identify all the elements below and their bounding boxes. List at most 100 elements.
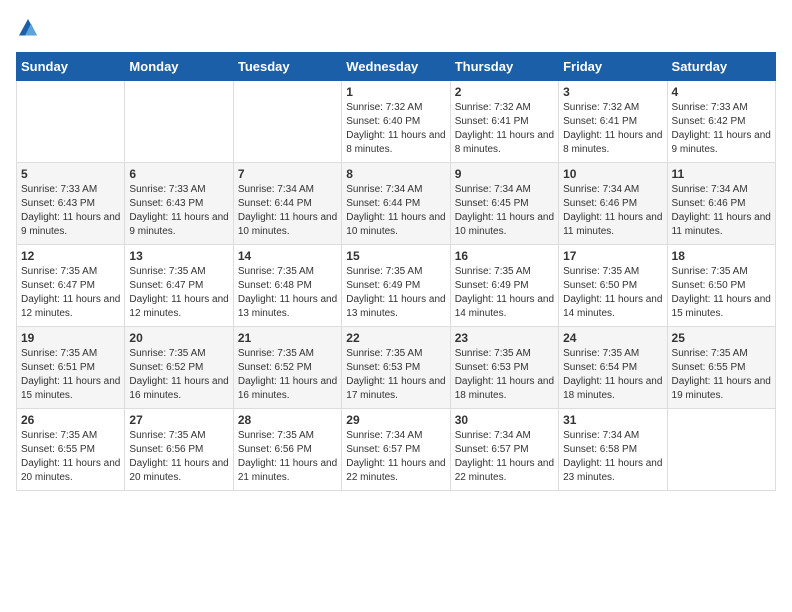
calendar-cell: 31Sunrise: 7:34 AMSunset: 6:58 PMDayligh…	[559, 409, 667, 491]
day-number: 26	[21, 413, 120, 427]
cell-info: Sunrise: 7:35 AMSunset: 6:49 PMDaylight:…	[455, 265, 554, 321]
cell-info: Sunrise: 7:35 AMSunset: 6:50 PMDaylight:…	[672, 265, 771, 321]
week-row-3: 19Sunrise: 7:35 AMSunset: 6:51 PMDayligh…	[17, 327, 776, 409]
calendar-cell	[233, 81, 341, 163]
day-header-friday: Friday	[559, 53, 667, 81]
day-number: 13	[129, 249, 228, 263]
calendar-cell: 14Sunrise: 7:35 AMSunset: 6:48 PMDayligh…	[233, 245, 341, 327]
cell-info: Sunrise: 7:33 AMSunset: 6:42 PMDaylight:…	[672, 101, 771, 157]
day-number: 20	[129, 331, 228, 345]
calendar-cell: 25 Sunrise: 7:35 AMSunset: 6:55 PMDayligh…	[667, 327, 775, 409]
week-row-4: 26 Sunrise: 7:35 AMSunset: 6:55 PMDayligh…	[17, 409, 776, 491]
page-header	[16, 16, 776, 40]
calendar-cell: 19Sunrise: 7:35 AMSunset: 6:51 PMDayligh…	[17, 327, 125, 409]
day-header-thursday: Thursday	[450, 53, 558, 81]
day-number: 4	[672, 85, 771, 99]
day-number: 10	[563, 167, 662, 181]
day-number: 14	[238, 249, 337, 263]
calendar-cell: 10 Sunrise: 7:34 AMSunset: 6:46 PMDayligh…	[559, 163, 667, 245]
day-header-tuesday: Tuesday	[233, 53, 341, 81]
week-row-0: 1 Sunrise: 7:32 AMSunset: 6:40 PMDaylight…	[17, 81, 776, 163]
cell-info: Sunrise: 7:35 AMSunset: 6:55 PMDaylight:…	[672, 347, 771, 403]
calendar-cell: 26 Sunrise: 7:35 AMSunset: 6:55 PMDayligh…	[17, 409, 125, 491]
cell-info: Sunrise: 7:34 AMSunset: 6:58 PMDaylight:…	[563, 429, 662, 485]
cell-info: Sunrise: 7:34 AMSunset: 6:45 PMDaylight:…	[455, 183, 554, 239]
cell-info: Sunrise: 7:35 AMSunset: 6:47 PMDaylight:…	[21, 265, 120, 321]
calendar-cell: 15 Sunrise: 7:35 AMSunset: 6:49 PMDayligh…	[342, 245, 450, 327]
day-number: 16	[455, 249, 554, 263]
calendar-cell: 23 Sunrise: 7:35 AMSunset: 6:53 PMDayligh…	[450, 327, 558, 409]
day-number: 7	[238, 167, 337, 181]
calendar-cell: 29Sunrise: 7:34 AMSunset: 6:57 PMDayligh…	[342, 409, 450, 491]
day-number: 1	[346, 85, 445, 99]
calendar-cell: 16 Sunrise: 7:35 AMSunset: 6:49 PMDayligh…	[450, 245, 558, 327]
calendar-cell: 7 Sunrise: 7:34 AMSunset: 6:44 PMDaylight…	[233, 163, 341, 245]
calendar-cell: 1 Sunrise: 7:32 AMSunset: 6:40 PMDaylight…	[342, 81, 450, 163]
calendar-cell: 27 Sunrise: 7:35 AMSunset: 6:56 PMDayligh…	[125, 409, 233, 491]
calendar-header-row: SundayMondayTuesdayWednesdayThursdayFrid…	[17, 53, 776, 81]
cell-info: Sunrise: 7:34 AMSunset: 6:44 PMDaylight:…	[346, 183, 445, 239]
day-number: 5	[21, 167, 120, 181]
logo-icon	[16, 16, 40, 40]
logo	[16, 16, 44, 40]
day-number: 18	[672, 249, 771, 263]
cell-info: Sunrise: 7:34 AMSunset: 6:46 PMDaylight:…	[672, 183, 771, 239]
day-number: 21	[238, 331, 337, 345]
day-number: 24	[563, 331, 662, 345]
calendar-cell: 13 Sunrise: 7:35 AMSunset: 6:47 PMDayligh…	[125, 245, 233, 327]
cell-info: Sunrise: 7:32 AMSunset: 6:41 PMDaylight:…	[455, 101, 554, 157]
day-header-saturday: Saturday	[667, 53, 775, 81]
day-number: 12	[21, 249, 120, 263]
calendar-table: SundayMondayTuesdayWednesdayThursdayFrid…	[16, 52, 776, 491]
calendar-cell	[125, 81, 233, 163]
calendar-cell: 5 Sunrise: 7:33 AMSunset: 6:43 PMDaylight…	[17, 163, 125, 245]
cell-info: Sunrise: 7:33 AMSunset: 6:43 PMDaylight:…	[129, 183, 228, 239]
cell-info: Sunrise: 7:35 AMSunset: 6:53 PMDaylight:…	[346, 347, 445, 403]
cell-info: Sunrise: 7:34 AMSunset: 6:46 PMDaylight:…	[563, 183, 662, 239]
calendar-cell: 2 Sunrise: 7:32 AMSunset: 6:41 PMDaylight…	[450, 81, 558, 163]
calendar-cell: 3 Sunrise: 7:32 AMSunset: 6:41 PMDaylight…	[559, 81, 667, 163]
calendar-cell: 18 Sunrise: 7:35 AMSunset: 6:50 PMDayligh…	[667, 245, 775, 327]
day-number: 9	[455, 167, 554, 181]
calendar-cell: 28 Sunrise: 7:35 AMSunset: 6:56 PMDayligh…	[233, 409, 341, 491]
day-number: 30	[455, 413, 554, 427]
cell-info: Sunrise: 7:34 AMSunset: 6:57 PMDaylight:…	[346, 429, 445, 485]
cell-info: Sunrise: 7:34 AMSunset: 6:44 PMDaylight:…	[238, 183, 337, 239]
cell-info: Sunrise: 7:35 AMSunset: 6:47 PMDaylight:…	[129, 265, 228, 321]
calendar-cell	[17, 81, 125, 163]
day-number: 28	[238, 413, 337, 427]
calendar-cell: 21 Sunrise: 7:35 AMSunset: 6:52 PMDayligh…	[233, 327, 341, 409]
calendar-cell: 4 Sunrise: 7:33 AMSunset: 6:42 PMDaylight…	[667, 81, 775, 163]
cell-info: Sunrise: 7:35 AMSunset: 6:53 PMDaylight:…	[455, 347, 554, 403]
cell-info: Sunrise: 7:35 AMSunset: 6:49 PMDaylight:…	[346, 265, 445, 321]
day-number: 2	[455, 85, 554, 99]
calendar-cell: 11 Sunrise: 7:34 AMSunset: 6:46 PMDayligh…	[667, 163, 775, 245]
cell-info: Sunrise: 7:35 AMSunset: 6:56 PMDaylight:…	[238, 429, 337, 485]
day-number: 17	[563, 249, 662, 263]
day-number: 23	[455, 331, 554, 345]
cell-info: Sunrise: 7:35 AMSunset: 6:55 PMDaylight:…	[21, 429, 120, 485]
calendar-cell: 30 Sunrise: 7:34 AMSunset: 6:57 PMDayligh…	[450, 409, 558, 491]
cell-info: Sunrise: 7:34 AMSunset: 6:57 PMDaylight:…	[455, 429, 554, 485]
day-header-monday: Monday	[125, 53, 233, 81]
day-number: 15	[346, 249, 445, 263]
cell-info: Sunrise: 7:35 AMSunset: 6:54 PMDaylight:…	[563, 347, 662, 403]
day-number: 6	[129, 167, 228, 181]
day-number: 25	[672, 331, 771, 345]
calendar-cell: 22Sunrise: 7:35 AMSunset: 6:53 PMDayligh…	[342, 327, 450, 409]
calendar-cell	[667, 409, 775, 491]
day-number: 19	[21, 331, 120, 345]
day-number: 11	[672, 167, 771, 181]
cell-info: Sunrise: 7:35 AMSunset: 6:56 PMDaylight:…	[129, 429, 228, 485]
cell-info: Sunrise: 7:32 AMSunset: 6:40 PMDaylight:…	[346, 101, 445, 157]
day-header-sunday: Sunday	[17, 53, 125, 81]
cell-info: Sunrise: 7:35 AMSunset: 6:50 PMDaylight:…	[563, 265, 662, 321]
day-number: 27	[129, 413, 228, 427]
calendar-cell: 24 Sunrise: 7:35 AMSunset: 6:54 PMDayligh…	[559, 327, 667, 409]
day-number: 3	[563, 85, 662, 99]
week-row-1: 5 Sunrise: 7:33 AMSunset: 6:43 PMDaylight…	[17, 163, 776, 245]
cell-info: Sunrise: 7:35 AMSunset: 6:52 PMDaylight:…	[238, 347, 337, 403]
cell-info: Sunrise: 7:32 AMSunset: 6:41 PMDaylight:…	[563, 101, 662, 157]
cell-info: Sunrise: 7:33 AMSunset: 6:43 PMDaylight:…	[21, 183, 120, 239]
calendar-cell: 20Sunrise: 7:35 AMSunset: 6:52 PMDayligh…	[125, 327, 233, 409]
